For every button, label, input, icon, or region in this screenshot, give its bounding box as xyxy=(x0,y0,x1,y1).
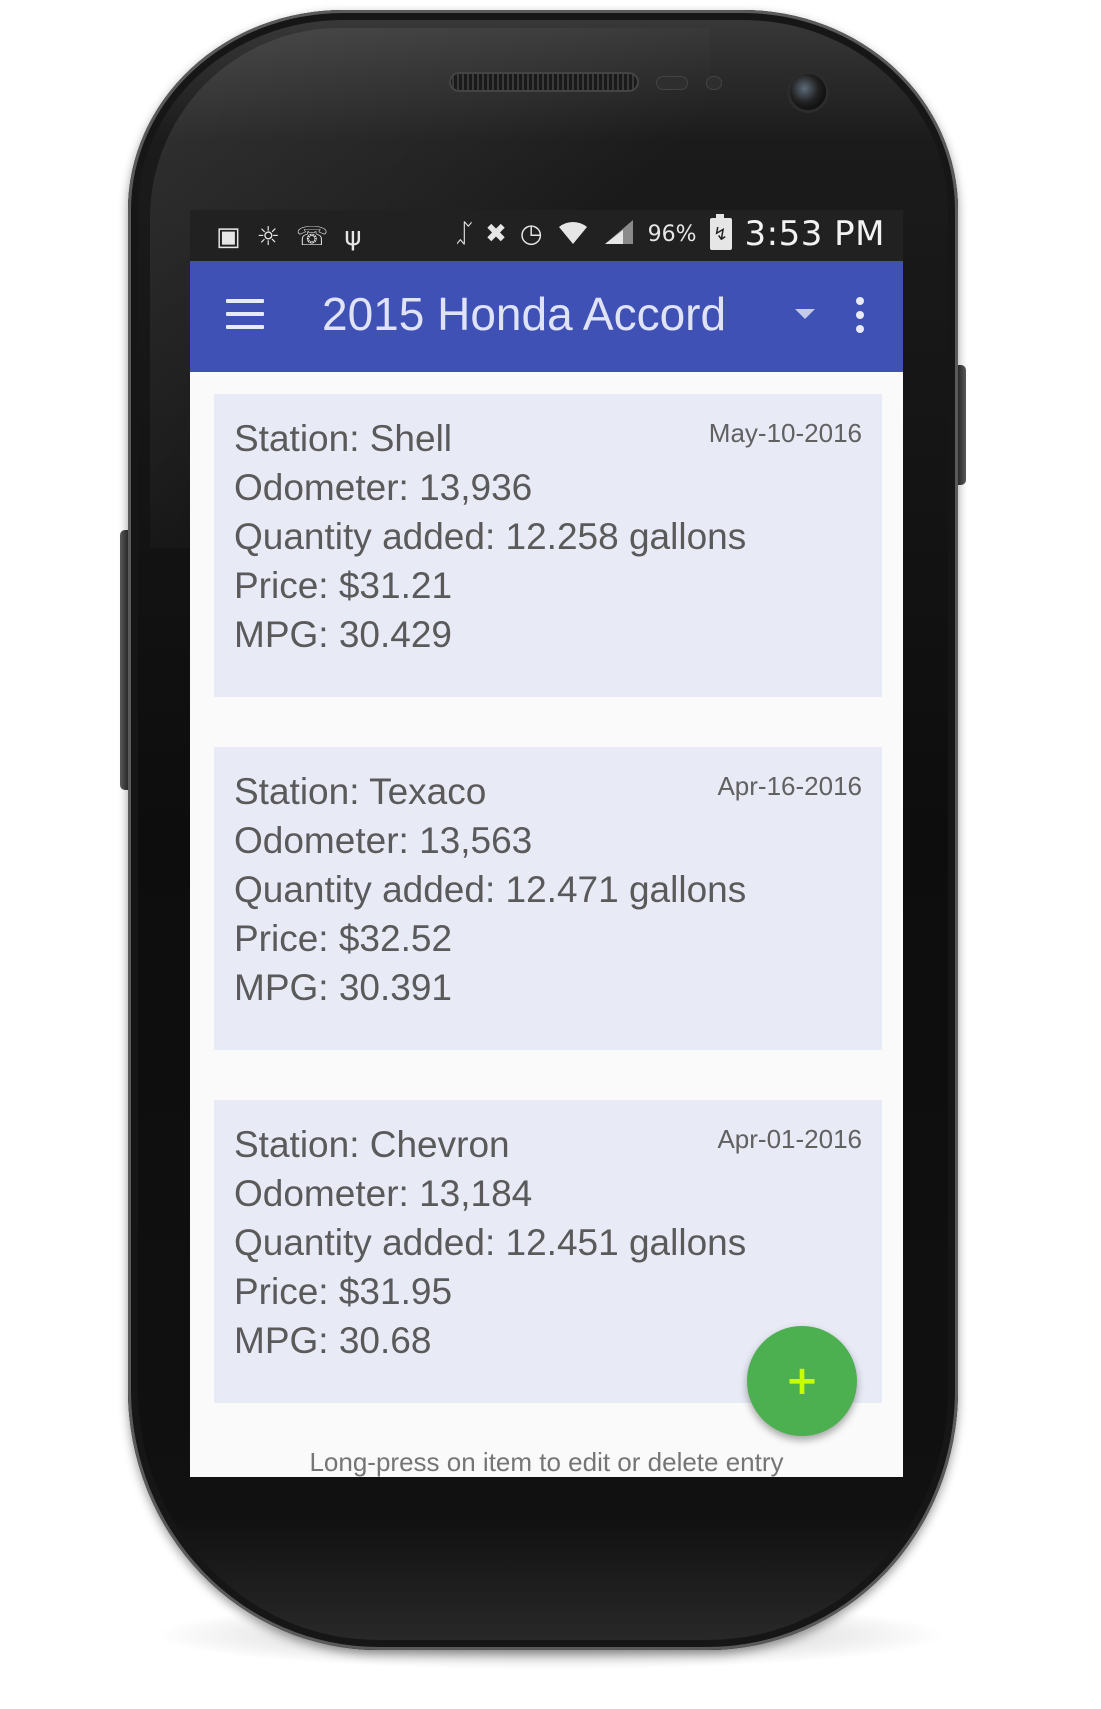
entry-quantity: Quantity added: 12.471 gallons xyxy=(234,869,747,910)
battery-percent: 96% xyxy=(647,221,697,247)
dropdown-arrow-icon[interactable] xyxy=(795,309,815,319)
usb-icon: ψ xyxy=(344,222,362,252)
wifi-icon xyxy=(556,218,590,250)
notification-icon: ▣ xyxy=(216,222,241,252)
entry-station: Station: Shell xyxy=(234,418,453,459)
earpiece-speaker xyxy=(449,72,639,92)
entry-quantity: Quantity added: 12.258 gallons xyxy=(234,516,747,557)
battery-charging-icon: ↯ xyxy=(709,214,732,250)
fillup-card[interactable]: Apr-16-2016 Station: Texaco Odometer: 13… xyxy=(214,747,882,1050)
add-entry-button[interactable]: + xyxy=(747,1326,857,1436)
long-press-hint: Long-press on item to edit or delete ent… xyxy=(309,1447,784,1477)
entry-mpg: MPG: 30.68 xyxy=(234,1320,432,1361)
entry-date: Apr-01-2016 xyxy=(717,1124,862,1154)
entry-quantity: Quantity added: 12.451 gallons xyxy=(234,1222,747,1263)
missed-call-icon: ☏ xyxy=(295,222,329,252)
brightness-icon: ☼ xyxy=(256,222,280,252)
entry-price: Price: $31.95 xyxy=(234,1271,453,1312)
entry-odometer: Odometer: 13,936 xyxy=(234,467,533,508)
entry-mpg: MPG: 30.429 xyxy=(234,614,453,655)
entry-date: May-10-2016 xyxy=(708,418,862,448)
light-sensor xyxy=(706,76,722,90)
entry-price: Price: $32.52 xyxy=(234,918,453,959)
alarm-icon: ◷ xyxy=(519,219,543,249)
entry-odometer: Odometer: 13,563 xyxy=(234,820,533,861)
entry-station: Station: Chevron xyxy=(234,1124,510,1165)
status-bar: ▣ ☼ ☏ ψ ᛢ ✖ ◷ 96% ↯ 3:53 PM xyxy=(190,210,903,261)
entry-mpg: MPG: 30.391 xyxy=(234,967,453,1008)
entry-price: Price: $31.21 xyxy=(234,565,453,606)
overflow-menu-icon[interactable] xyxy=(856,297,864,339)
fillup-card[interactable]: May-10-2016 Station: Shell Odometer: 13,… xyxy=(214,394,882,697)
clock: 3:53 PM xyxy=(744,214,885,254)
vehicle-title[interactable]: 2015 Honda Accord xyxy=(322,287,726,341)
plus-icon: + xyxy=(785,1358,819,1404)
app-bar: 2015 Honda Accord xyxy=(190,261,903,372)
mute-icon: ✖ xyxy=(485,219,507,249)
front-camera xyxy=(790,74,826,110)
hamburger-menu-icon[interactable] xyxy=(226,299,264,329)
entry-date: Apr-16-2016 xyxy=(717,771,862,801)
bluetooth-icon: ᛢ xyxy=(456,219,473,249)
phone-screen: ▣ ☼ ☏ ψ ᛢ ✖ ◷ 96% ↯ 3:53 PM 2015 Honda A… xyxy=(190,210,903,1477)
entry-station: Station: Texaco xyxy=(234,771,487,812)
signal-icon xyxy=(603,218,635,250)
proximity-sensor xyxy=(656,76,688,90)
entry-odometer: Odometer: 13,184 xyxy=(234,1173,533,1214)
